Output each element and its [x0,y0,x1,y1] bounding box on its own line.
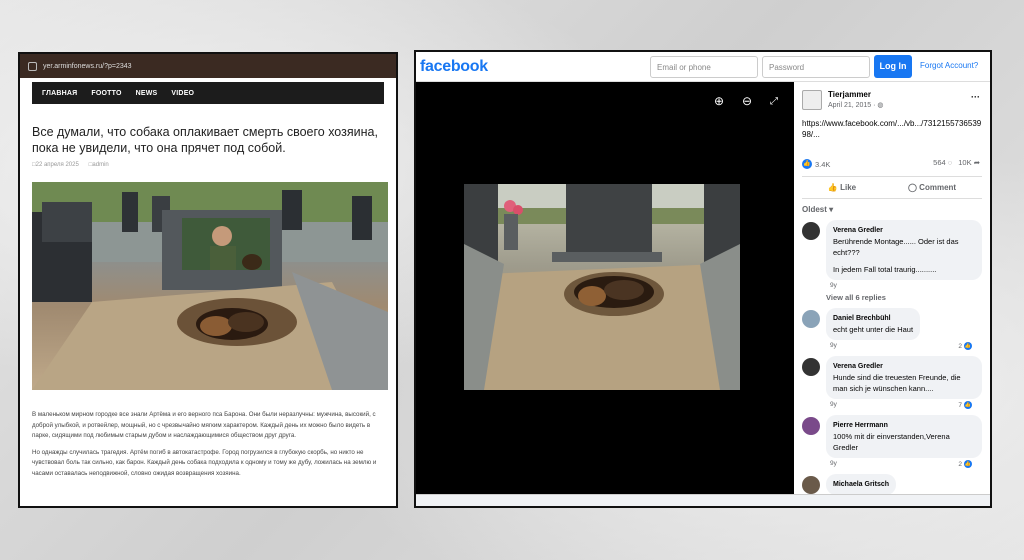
bottom-bar [416,494,990,506]
post-photo-dog-grave [464,184,740,390]
commenter-name[interactable]: Verena Gredler [833,225,975,236]
commenter-name[interactable]: Verena Gredler [833,361,975,372]
commenter-name[interactable]: Daniel Brechbühl [833,313,913,324]
forgot-account-link[interactable]: Forgot Account? [920,61,978,70]
post-actions: 👍 Like ◯ Comment [802,176,982,199]
comment-likes[interactable]: 2 👍 [958,460,972,468]
commenter-avatar[interactable] [802,417,820,435]
comment-bubble: Michaela Gritsch [826,474,897,494]
commenter-avatar[interactable] [802,222,820,240]
like-button[interactable]: 👍 Like [828,183,856,192]
facebook-screenshot: facebook Email or phone Password Log In … [414,50,992,508]
article-title: Все думали, что собака оплакивает смерть… [32,125,378,155]
comment-time: 9y 2 👍 [830,342,972,350]
comment-text: 100% mit dir einverstanden,Verena Gredle… [833,432,950,452]
site-nav: ГЛАВНАЯ FOOTTO NEWS VIDEO [32,82,384,104]
post-link[interactable]: https://www.facebook.com/.../vb.../73121… [794,110,990,140]
comment-text: Hunde sind die treuesten Freunde, die ma… [833,373,961,393]
nav-item-footto[interactable]: FOOTTO [91,90,121,97]
speech-bubble-icon: ◯ [907,183,920,192]
like-reaction-icon: 👍 [964,342,972,350]
comment-text: echt geht unter die Haut [833,325,914,334]
page-avatar[interactable] [802,90,822,110]
comment-icon: ◌ [947,158,953,167]
commenter-avatar[interactable] [802,476,820,494]
password-field[interactable]: Password [762,56,870,78]
thumb-up-icon: 👍 [827,183,841,192]
commenter-name[interactable]: Michaela Gritsch [833,479,889,490]
comment-likes[interactable]: 7 👍 [958,401,972,409]
post-sidebar: Tierjammer April 21, 2015 · ◍ ··· https:… [794,82,990,494]
caret-down-icon: ▾ [829,205,834,214]
comment: Verena Gredler Berührende Montage...... … [794,220,990,289]
news-site-screenshot: yer.arminfonews.ru/?p=2343 ГЛАВНАЯ FOOTT… [18,52,398,508]
post-header: Tierjammer April 21, 2015 · ◍ ··· [794,82,990,110]
site-icon [28,61,37,71]
globe-icon: ◍ [877,102,884,109]
comment-bubble: Daniel Brechbühl echt geht unter die Hau… [826,308,921,340]
grave-illustration [32,182,388,390]
commenter-avatar[interactable] [802,358,820,376]
nav-item-home[interactable]: ГЛАВНАЯ [42,90,77,97]
comment-time: 9y 7 👍 [830,401,972,409]
email-field[interactable]: Email or phone [650,56,758,78]
comment-bubble: Verena Gredler Berührende Montage...... … [826,220,982,280]
comment-bubble: Pierre Herrmann 100% mit dir einverstand… [826,415,982,458]
comment-text: In jedem Fall total traurig.......... [833,265,937,274]
browser-url-bar[interactable]: yer.arminfonews.ru/?p=2343 [20,54,396,78]
article-meta: 22 апреля 2025 admin [32,162,384,168]
photo-viewer: ⊕ ⊖ ⤢ [416,82,794,494]
nav-item-news[interactable]: NEWS [136,90,158,97]
facebook-header: facebook Email or phone Password Log In … [416,52,990,82]
like-reaction-icon: 👍 [964,401,972,409]
comment: Pierre Herrmann 100% mit dir einverstand… [794,415,990,468]
share-icon: ➦ [973,158,980,167]
article-body: В маленьком мирном городке все знали Арт… [32,410,388,485]
comment-sort-dropdown[interactable]: Oldest ▾ [794,199,990,214]
facebook-logo[interactable]: facebook [420,58,488,76]
commenter-avatar[interactable] [802,310,820,328]
comment-bubble: Verena Gredler Hunde sind die treuesten … [826,356,982,399]
post-date[interactable]: April 21, 2015 · ◍ [828,101,884,109]
comment-text: Berührende Montage...... Oder ist das ec… [833,237,959,257]
reaction-count[interactable]: 3.4K [815,160,830,169]
view-replies-link[interactable]: View all 6 replies [794,293,990,302]
comment-count[interactable]: 564 ◌ [933,158,952,167]
article-author[interactable]: admin [89,162,108,168]
fullscreen-icon[interactable]: ⤢ [770,96,778,107]
comment: Verena Gredler Hunde sind die treuesten … [794,356,990,409]
url-text: yer.arminfonews.ru/?p=2343 [43,62,132,70]
article-photo-dog-grave [32,182,388,390]
zoom-out-icon[interactable]: ⊖ [742,94,752,108]
comment: Michaela Gritsch [794,474,990,494]
article-paragraph: В маленьком мирном городке все знали Арт… [32,411,376,439]
share-count[interactable]: 10K ➦ [958,158,980,167]
like-reaction-icon: 👍 [802,159,812,169]
comment-likes[interactable]: 2 👍 [958,342,972,350]
more-options-icon[interactable]: ··· [971,92,980,102]
zoom-in-icon[interactable]: ⊕ [714,94,724,108]
like-reaction-icon: 👍 [964,460,972,468]
post-stats: 👍 3.4K 564 ◌ 10K ➦ [794,140,990,170]
commenter-name[interactable]: Pierre Herrmann [833,420,975,431]
article-date: 22 апреля 2025 [32,162,79,168]
article-paragraph: Но однажды случилась трагедия. Артём пог… [32,448,377,477]
grave-photo [464,184,740,390]
comment-button[interactable]: ◯ Comment [908,183,956,192]
comment: Daniel Brechbühl echt geht unter die Hau… [794,308,990,350]
comment-time: 9y 2 👍 [830,460,972,468]
post-author[interactable]: Tierjammer [828,90,884,99]
login-button[interactable]: Log In [874,55,912,78]
comment-time: 9y [830,282,837,289]
nav-item-video[interactable]: VIDEO [171,90,194,97]
